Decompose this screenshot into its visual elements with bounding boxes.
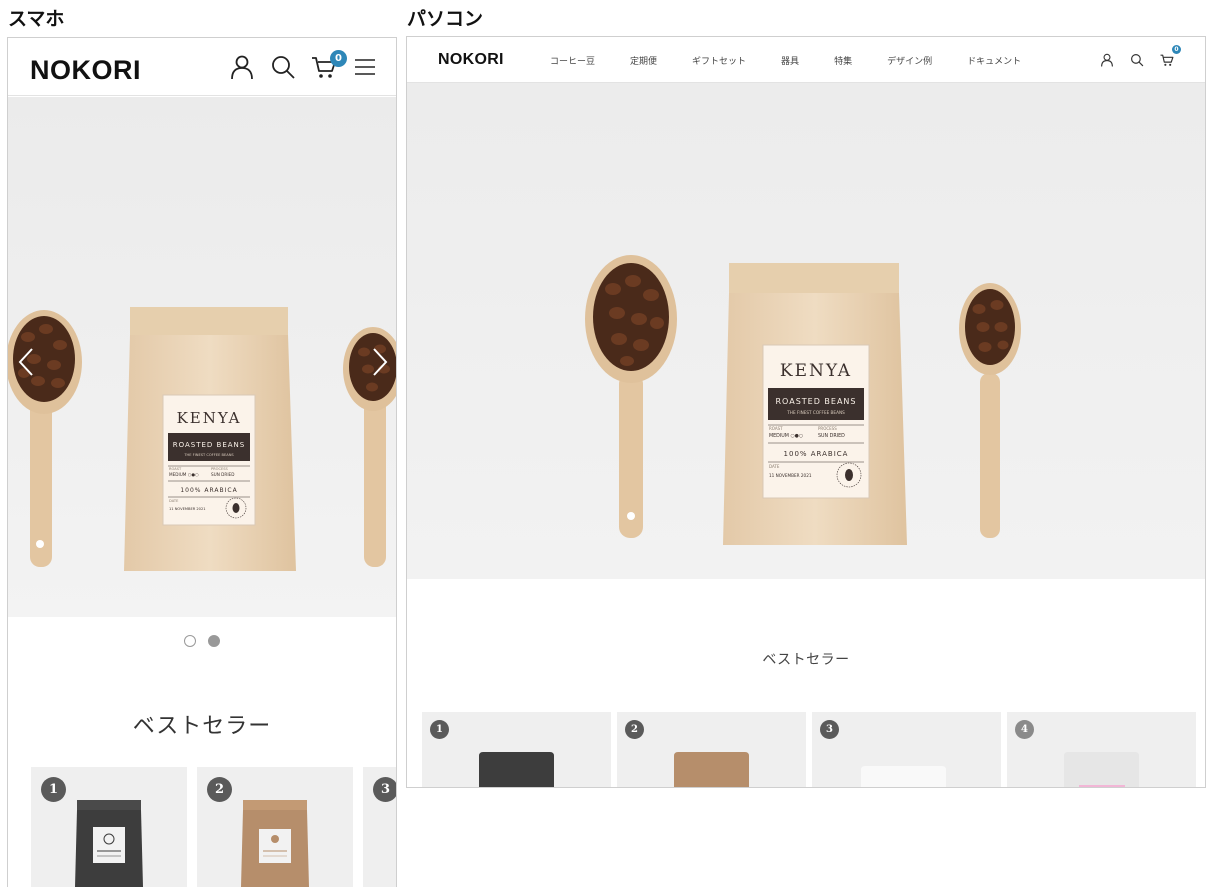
pc-product-grid: 1 2 3 4 <box>422 712 1196 787</box>
pc-hero-image: KENYA ROASTED BEANS THE FINEST COFFEE BE… <box>407 83 1205 579</box>
pc-bag-origin: 100% ARABICA <box>784 450 849 458</box>
pc-section-label: パソコン <box>407 8 484 30</box>
pc-bag-process-key: PROCESS <box>818 426 837 431</box>
rank-badge: 1 <box>41 777 66 802</box>
product-card[interactable]: 1 <box>422 712 611 787</box>
pc-header-icons: 0 <box>1100 45 1181 71</box>
sp-product-carousel[interactable]: 1 2 3 <box>31 767 396 887</box>
sp-header: NOKORI 0 <box>8 38 396 96</box>
sp-bag-title: KENYA <box>177 409 242 427</box>
sp-bag-process-value: SUN DRIED <box>211 472 234 477</box>
sp-bag-origin: 100% ARABICA <box>180 487 237 494</box>
product-card[interactable]: 2 <box>617 712 806 787</box>
pc-bestseller-heading: ベストセラー <box>762 652 850 668</box>
pc-bag-date-value: 11 NOVEMBER 2021 <box>769 473 812 478</box>
search-icon[interactable] <box>1130 52 1144 71</box>
cart-icon[interactable]: 0 <box>1160 45 1181 71</box>
product-image <box>861 766 946 787</box>
pc-bag-band: ROASTED BEANS <box>776 397 857 406</box>
pc-preview: NOKORI コーヒー豆 定期便 ギフトセット 器具 特集 デザイン例 ドキュメ… <box>406 36 1206 788</box>
nav-item-features[interactable]: 特集 <box>834 54 852 67</box>
product-image <box>674 752 749 787</box>
pc-header: NOKORI コーヒー豆 定期便 ギフトセット 器具 特集 デザイン例 ドキュメ… <box>407 37 1205 83</box>
sp-hero-image: KENYA ROASTED BEANS THE FINEST COFFEE BE… <box>8 97 396 617</box>
pc-bag-date-key: DATE <box>769 464 780 469</box>
pc-bag-roast-value: MEDIUM ○●○ <box>769 433 803 439</box>
menu-icon[interactable] <box>352 54 378 80</box>
sp-hero-slider[interactable]: KENYA ROASTED BEANS THE FINEST COFFEE BE… <box>8 97 396 617</box>
pc-logo[interactable]: NOKORI <box>438 51 504 69</box>
slider-next-arrow-icon[interactable] <box>366 345 392 379</box>
sp-bag-band-sub: THE FINEST COFFEE BEANS <box>183 453 234 457</box>
nav-item-design-examples[interactable]: デザイン例 <box>887 54 932 67</box>
sp-logo[interactable]: NOKORI <box>30 55 141 86</box>
product-card[interactable]: 1 <box>31 767 187 887</box>
pc-global-nav: コーヒー豆 定期便 ギフトセット 器具 特集 デザイン例 ドキュメント <box>550 54 1056 67</box>
slider-dot-2[interactable] <box>208 635 220 647</box>
pc-bag-roast-key: ROAST <box>769 426 783 431</box>
sp-bestseller-heading: ベストセラー <box>132 714 272 739</box>
account-icon[interactable] <box>229 54 255 80</box>
cart-count-badge: 0 <box>330 50 347 67</box>
cart-icon[interactable]: 0 <box>311 50 347 80</box>
product-card[interactable]: 2 <box>197 767 353 887</box>
smartphone-section-label: スマホ <box>8 8 65 30</box>
cart-count-badge: 0 <box>1172 45 1181 54</box>
pc-bag-band-sub: THE FINEST COFFEE BEANS <box>786 410 845 415</box>
product-card[interactable]: 3 <box>363 767 396 887</box>
product-image <box>1064 752 1139 787</box>
rank-badge: 2 <box>625 720 644 739</box>
rank-badge: 1 <box>430 720 449 739</box>
smartphone-preview: NOKORI 0 KENYA ROASTED BEANS THE FINEST … <box>7 37 397 887</box>
rank-badge: 4 <box>1015 720 1034 739</box>
rank-badge: 2 <box>207 777 232 802</box>
sp-bag-roast-key: ROAST <box>169 467 182 471</box>
product-image <box>479 752 554 787</box>
nav-item-coffee-beans[interactable]: コーヒー豆 <box>550 54 595 67</box>
sp-bag-date-key: DATE <box>169 499 179 503</box>
rank-badge: 3 <box>373 777 396 802</box>
nav-item-equipment[interactable]: 器具 <box>781 54 799 67</box>
product-card[interactable]: 3 <box>812 712 1001 787</box>
search-icon[interactable] <box>270 54 296 80</box>
rank-badge: 3 <box>820 720 839 739</box>
sp-bag-roast-value: MEDIUM ○●○ <box>169 472 199 477</box>
slider-pagination <box>8 635 396 647</box>
product-card[interactable]: 4 <box>1007 712 1196 787</box>
sp-bag-date-value: 11 NOVEMBER 2021 <box>169 507 206 511</box>
sp-bag-band: ROASTED BEANS <box>173 441 246 449</box>
pc-bag-title: KENYA <box>780 361 852 381</box>
nav-item-documents[interactable]: ドキュメント <box>967 54 1021 67</box>
slider-dot-1[interactable] <box>184 635 196 647</box>
pc-bag-process-value: SUN DRIED <box>818 433 845 439</box>
nav-item-subscription[interactable]: 定期便 <box>630 54 657 67</box>
nav-item-gift-set[interactable]: ギフトセット <box>692 54 746 67</box>
slider-prev-arrow-icon[interactable] <box>14 345 40 379</box>
account-icon[interactable] <box>1100 52 1114 71</box>
sp-bag-process-key: PROCESS <box>211 467 229 471</box>
sp-header-icons: 0 <box>229 50 378 80</box>
